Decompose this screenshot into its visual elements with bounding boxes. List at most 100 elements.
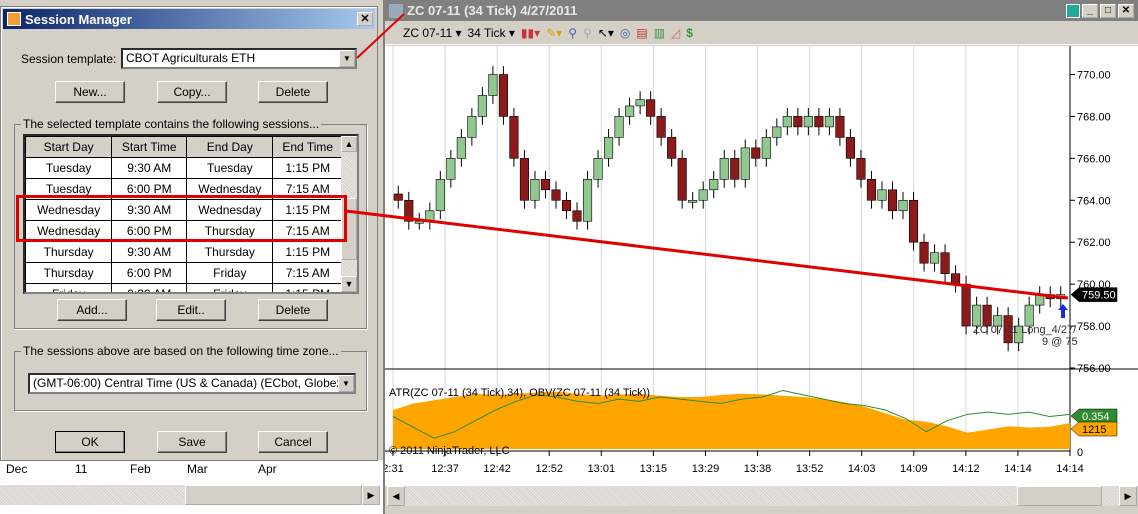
minimize-button[interactable]: _ [1082, 3, 1098, 18]
scroll-right-button[interactable]: ▶ [362, 485, 380, 505]
candle [435, 179, 445, 212]
candle [740, 147, 750, 180]
timezone-caption: The sessions above are based on the foll… [21, 344, 341, 358]
y-tick-label: 770.00 [1077, 69, 1111, 81]
maximize-button[interactable]: □ [1100, 3, 1116, 18]
candle [414, 220, 424, 224]
copy-button[interactable]: Copy... [157, 81, 227, 103]
chart-titlebar[interactable]: ZC 07-11 (34 Tick) 4/27/2011 _ □ ✕ [385, 0, 1138, 21]
magnifier-icon[interactable]: ◎ [620, 26, 630, 40]
table-row[interactable]: Friday 9:30 AM Friday 1:15 PM [25, 283, 343, 292]
candle [646, 99, 656, 117]
chevron-down-icon[interactable]: ▼ [339, 50, 355, 67]
candle [730, 158, 740, 180]
month-label: Feb [130, 462, 151, 476]
zoom-in-icon[interactable]: ⚲ [568, 26, 577, 40]
x-tick-label: 12:37 [431, 463, 459, 475]
session-manager-dialog: Session Manager ✕ Session template: CBOT… [0, 6, 378, 461]
cancel-button[interactable]: Cancel [258, 431, 328, 453]
edit-session-button[interactable]: Edit.. [156, 299, 226, 321]
candle [614, 116, 624, 138]
table-row[interactable]: Thursday 9:30 AM Thursday 1:15 PM [25, 241, 343, 263]
indicators-icon[interactable]: ◿ [671, 26, 680, 40]
ok-button[interactable]: OK [55, 431, 125, 453]
chart-style-icon[interactable]: ▮▮▾ [521, 26, 540, 40]
candle [656, 116, 666, 138]
close-button[interactable]: ✕ [357, 12, 373, 26]
candle [814, 116, 824, 128]
table-cell: Tuesday [186, 157, 274, 179]
pencil-icon[interactable]: ✎▾ [546, 26, 562, 40]
instrument-selector[interactable]: ZC 07-11 ▾ [403, 26, 462, 40]
scroll-down-button[interactable]: ▼ [341, 276, 357, 292]
table-cell: Friday [186, 283, 274, 292]
y-tick-label: 762.00 [1077, 237, 1111, 249]
chart-icon [389, 3, 403, 18]
buy-arrow-icon [1058, 304, 1068, 318]
candle [625, 105, 635, 117]
candle [761, 137, 771, 159]
candle [425, 210, 435, 222]
interval-selector[interactable]: 34 Tick ▾ [468, 26, 515, 40]
add-session-button[interactable]: Add... [57, 299, 127, 321]
table-row[interactable]: Tuesday 9:30 AM Tuesday 1:15 PM [25, 157, 343, 179]
session-manager-icon [7, 12, 21, 26]
new-button[interactable]: New... [55, 81, 125, 103]
atr-value-label: 0.354 [1082, 411, 1110, 423]
table-cell: Thursday [25, 241, 113, 263]
table-cell: 1:15 PM [272, 283, 343, 292]
dialog-titlebar[interactable]: Session Manager ✕ [3, 9, 375, 29]
table-cell: 9:30 AM [111, 157, 188, 179]
strategy-icon[interactable]: ▤ [636, 26, 647, 40]
save-button[interactable]: Save [157, 431, 227, 453]
scroll-up-button[interactable]: ▲ [341, 136, 357, 152]
bars-icon[interactable]: ▥ [654, 26, 665, 40]
month-label: Apr [258, 462, 277, 476]
cursor-icon[interactable]: ↖▾ [598, 26, 614, 40]
candle [498, 74, 508, 117]
candle [404, 199, 414, 222]
table-cell: 1:15 PM [272, 241, 343, 263]
candle [540, 179, 551, 191]
candle [572, 210, 582, 222]
timezone-select[interactable]: (GMT-06:00) Central Time (US & Canada) (… [28, 373, 356, 394]
candle [866, 179, 877, 201]
candle [803, 116, 813, 128]
highlight-box [16, 195, 347, 242]
column-header[interactable]: Start Day [25, 136, 113, 158]
chart-horizontal-scrollbar[interactable]: ◀ ▶ [387, 486, 1137, 506]
scrollbar-thumb[interactable] [1017, 486, 1102, 506]
column-header[interactable]: End Day [186, 136, 274, 158]
column-header[interactable]: Start Time [111, 136, 188, 158]
table-row[interactable]: Thursday 6:00 PM Friday 7:15 AM [25, 262, 343, 284]
candle [698, 189, 708, 201]
delete-template-button[interactable]: Delete [258, 81, 328, 103]
scrollbar-thumb[interactable] [185, 485, 362, 505]
candle [982, 304, 992, 327]
candle [835, 116, 845, 138]
scroll-right-button[interactable]: ▶ [1119, 486, 1137, 506]
last-price-label: 759.50 [1082, 290, 1116, 302]
x-tick-label: 13:29 [692, 463, 720, 475]
horizontal-scrollbar[interactable]: ▶ [0, 485, 380, 505]
price-chart[interactable]: 2:31 12:37 12:42 12:52 13:01 13:15 13:29 13:38 1… [385, 46, 1138, 486]
candle [845, 137, 855, 159]
candle [393, 193, 403, 201]
session-template-select[interactable]: CBOT Agriculturals ETH ▼ [121, 48, 357, 69]
candle [446, 158, 456, 180]
month-label: Mar [187, 462, 208, 476]
table-cell: 9:30 AM [111, 283, 188, 292]
candle [782, 116, 792, 128]
x-tick-label: 14:12 [952, 463, 980, 475]
candle [972, 304, 982, 327]
dollar-icon[interactable]: $ [686, 26, 693, 40]
close-button[interactable]: ✕ [1118, 3, 1134, 18]
column-header[interactable]: End Time [272, 136, 343, 158]
candle [919, 241, 929, 264]
chevron-down-icon[interactable]: ▼ [338, 375, 354, 392]
candle [940, 252, 950, 274]
candle [1035, 294, 1045, 306]
delete-session-button[interactable]: Delete [258, 299, 328, 321]
link-button[interactable] [1066, 3, 1080, 18]
scroll-left-button[interactable]: ◀ [387, 486, 405, 506]
